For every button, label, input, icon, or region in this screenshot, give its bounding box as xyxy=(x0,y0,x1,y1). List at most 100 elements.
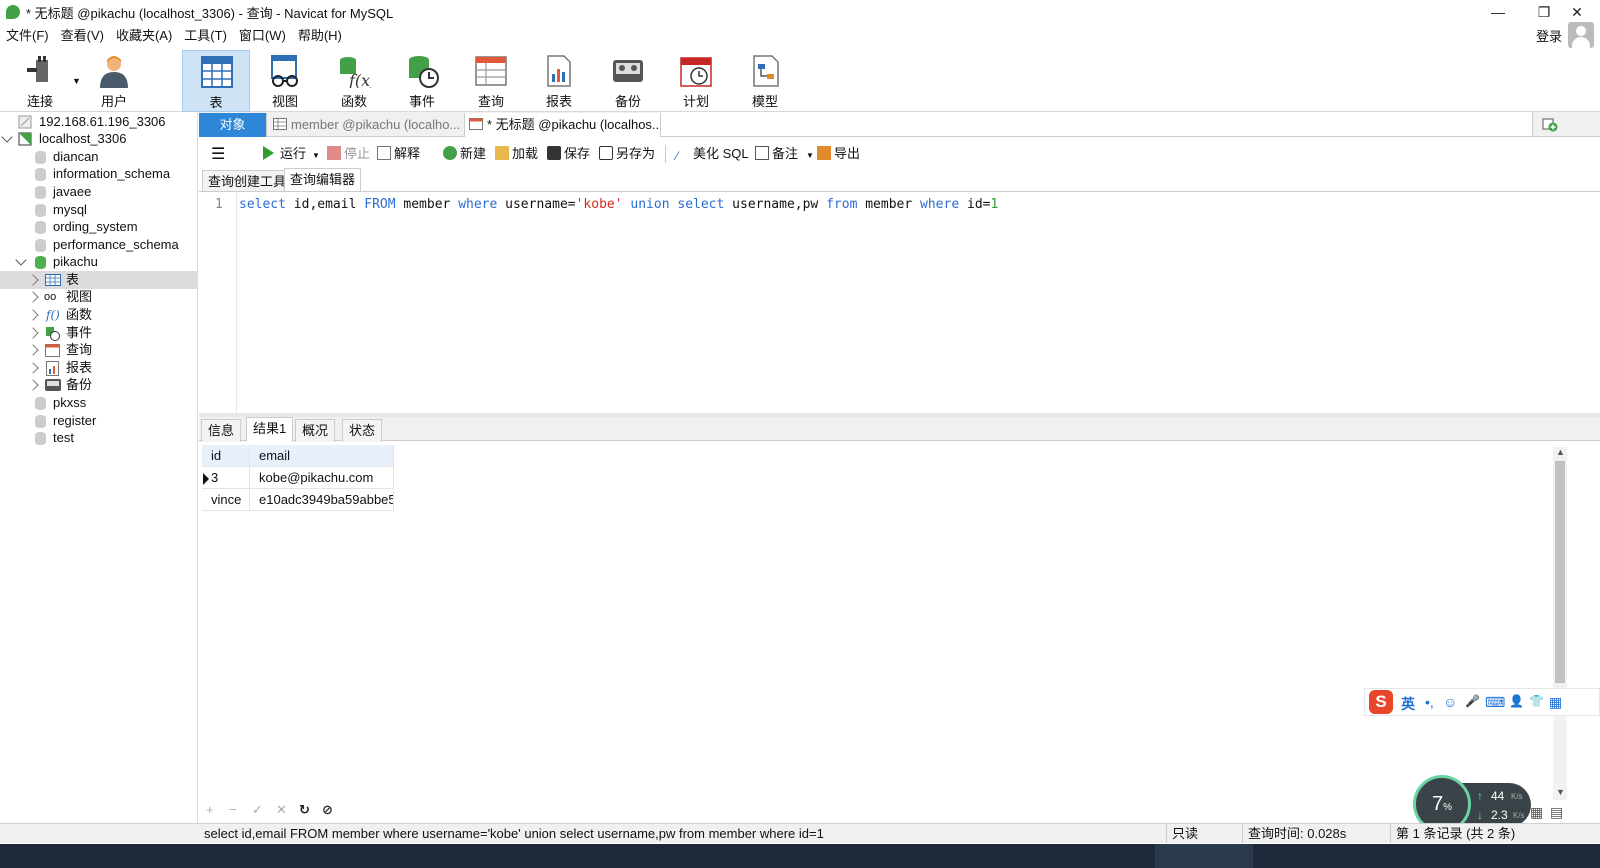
load-button[interactable]: 加载 xyxy=(495,145,538,163)
ime-user-icon[interactable]: 👤 xyxy=(1509,694,1524,708)
column-header-id[interactable]: id xyxy=(202,445,250,467)
expand-chevron-icon[interactable] xyxy=(27,291,39,303)
menu-tools[interactable]: 工具(T) xyxy=(178,26,233,46)
minimize-button[interactable]: — xyxy=(1475,0,1521,24)
menu-favorites[interactable]: 收藏夹(A) xyxy=(110,26,178,46)
refresh-icon[interactable]: ↻ xyxy=(299,802,310,818)
expand-chevron-icon[interactable] xyxy=(27,274,39,286)
schedule-button[interactable]: 计划 xyxy=(662,50,730,112)
ime-skin-icon[interactable]: 👕 xyxy=(1529,694,1544,708)
tree-db-information-schema[interactable]: information_schema xyxy=(0,165,197,183)
ime-voice-icon[interactable]: 🎤 xyxy=(1465,694,1480,708)
apply-changes-icon[interactable]: ✓ xyxy=(252,802,263,818)
expand-chevron-icon[interactable] xyxy=(27,344,39,356)
discard-changes-icon[interactable]: ✕ xyxy=(276,802,287,818)
tab-objects[interactable]: 对象 xyxy=(199,113,267,137)
new-query-button[interactable]: 新建 xyxy=(443,145,486,163)
tree-node-backups[interactable]: 备份 xyxy=(0,376,197,394)
ime-toolbox-icon[interactable]: ▦ xyxy=(1549,694,1562,711)
run-button[interactable]: 运行 ▼ xyxy=(263,145,320,163)
tab-result-1[interactable]: 结果1 xyxy=(246,417,294,442)
stop-loading-icon[interactable]: ⊘ xyxy=(322,802,333,818)
tree-node-queries[interactable]: 查询 xyxy=(0,341,197,359)
tree-db-javaee[interactable]: javaee xyxy=(0,183,197,201)
expand-chevron-icon[interactable] xyxy=(1,131,13,143)
tree-node-tables[interactable]: 表 xyxy=(0,271,197,289)
table-cell[interactable]: vince xyxy=(202,489,250,511)
user-button[interactable]: 用户 xyxy=(80,50,148,112)
menu-file[interactable]: 文件(F) xyxy=(0,26,55,46)
view-button[interactable]: 视图 xyxy=(251,50,319,112)
tree-node-reports[interactable]: 报表 xyxy=(0,359,197,377)
form-view-icon[interactable]: ▤ xyxy=(1550,804,1563,821)
comment-dropdown-icon[interactable]: ▼ xyxy=(806,151,814,160)
delete-record-icon[interactable]: − xyxy=(229,802,237,817)
tree-connection-remote[interactable]: 192.168.61.196_3306 xyxy=(0,113,197,131)
tab-member-table[interactable]: member @pikachu (localho... xyxy=(269,113,465,137)
sql-editor[interactable]: 1 select id,email FROM member where user… xyxy=(199,193,1600,413)
login-link[interactable]: 登录 xyxy=(1536,26,1562,45)
run-dropdown-icon[interactable]: ▼ xyxy=(312,151,320,160)
tree-db-register[interactable]: register xyxy=(0,412,197,430)
tree-db-test[interactable]: test xyxy=(0,429,197,447)
scroll-up-icon[interactable]: ▲ xyxy=(1556,447,1565,457)
user-avatar-icon[interactable] xyxy=(1568,22,1594,48)
column-header-email[interactable]: email xyxy=(250,445,394,467)
tree-db-diancan[interactable]: diancan xyxy=(0,148,197,166)
table-cell[interactable]: e10adc3949ba59abbe56 xyxy=(250,489,394,511)
sogou-logo-icon[interactable]: S xyxy=(1369,690,1393,714)
tree-node-events[interactable]: 事件 xyxy=(0,324,197,342)
tab-profile[interactable]: 概况 xyxy=(295,419,336,442)
beautify-sql-button[interactable]: ⁄ 美化 SQL xyxy=(676,145,749,163)
tree-db-performance-schema[interactable]: performance_schema xyxy=(0,236,197,254)
save-as-button[interactable]: 另存为 xyxy=(599,145,655,163)
ime-punctuation-icon[interactable]: •, xyxy=(1425,694,1434,710)
new-tab-icon[interactable] xyxy=(1542,116,1558,132)
report-button[interactable]: 报表 xyxy=(525,50,593,112)
query-button[interactable]: 查询 xyxy=(457,50,525,112)
hamburger-menu-icon[interactable]: ☰ xyxy=(211,144,225,164)
tree-db-pikachu[interactable]: pikachu xyxy=(0,253,197,271)
expand-chevron-icon[interactable] xyxy=(15,254,27,266)
expand-chevron-icon[interactable] xyxy=(27,379,39,391)
tree-node-views[interactable]: oo 视图 xyxy=(0,288,197,306)
expand-chevron-icon[interactable] xyxy=(27,309,39,321)
stop-button[interactable]: 停止 xyxy=(327,145,370,163)
menu-help[interactable]: 帮助(H) xyxy=(292,26,348,46)
ime-keyboard-icon[interactable]: ⌨ xyxy=(1485,694,1505,711)
backup-button[interactable]: 备份 xyxy=(594,50,662,112)
tree-connection-localhost[interactable]: localhost_3306 xyxy=(0,130,197,148)
tree-db-ording-system[interactable]: ording_system xyxy=(0,218,197,236)
save-button[interactable]: 保存 xyxy=(547,145,590,163)
ime-emoji-icon[interactable]: ☺ xyxy=(1443,694,1457,710)
explain-button[interactable]: 解释 xyxy=(377,145,420,163)
tab-query-editor[interactable]: 查询编辑器 xyxy=(284,168,362,192)
menu-view[interactable]: 查看(V) xyxy=(55,26,110,46)
vertical-scrollbar[interactable]: ▲ ▼ xyxy=(1553,447,1567,800)
sql-code-line[interactable]: select id,email FROM member where userna… xyxy=(239,197,998,212)
table-button[interactable]: 表 xyxy=(182,50,250,112)
comment-button[interactable]: 备注 ▼ xyxy=(755,145,814,163)
add-record-icon[interactable]: + xyxy=(206,802,214,817)
connect-button[interactable]: 连接 xyxy=(6,50,74,112)
close-button[interactable]: ✕ xyxy=(1554,0,1600,24)
tab-query-builder[interactable]: 查询创建工具 xyxy=(202,170,293,192)
tab-status[interactable]: 状态 xyxy=(342,419,383,442)
tree-node-functions[interactable]: f() 函数 xyxy=(0,306,197,324)
expand-chevron-icon[interactable] xyxy=(27,362,39,374)
table-cell[interactable]: kobe@pikachu.com xyxy=(250,467,394,489)
tab-untitled-query[interactable]: * 无标题 @pikachu (localhos... xyxy=(465,113,661,137)
menu-window[interactable]: 窗口(W) xyxy=(233,26,292,46)
scrollbar-thumb[interactable] xyxy=(1555,461,1565,683)
event-button[interactable]: 事件 xyxy=(388,50,456,112)
expand-chevron-icon[interactable] xyxy=(27,327,39,339)
tree-db-mysql[interactable]: mysql xyxy=(0,201,197,219)
table-cell[interactable]: 3 xyxy=(202,467,250,489)
export-button[interactable]: 导出 xyxy=(817,145,860,163)
function-button[interactable]: f(x) 函数 xyxy=(320,50,388,112)
tree-db-pkxss[interactable]: pkxss xyxy=(0,394,197,412)
ime-language-toggle[interactable]: 英 xyxy=(1401,694,1415,714)
model-button[interactable]: 模型 xyxy=(731,50,799,112)
scroll-down-icon[interactable]: ▼ xyxy=(1556,787,1565,797)
tab-info[interactable]: 信息 xyxy=(201,419,242,442)
